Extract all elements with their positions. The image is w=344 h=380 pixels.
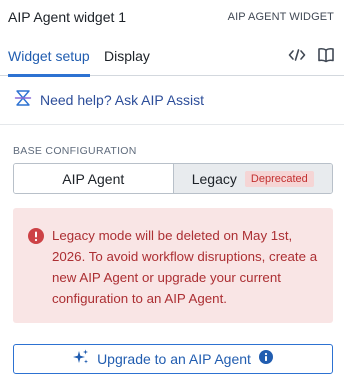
code-icon[interactable] xyxy=(288,46,306,64)
callout-message: Legacy mode will be deleted on May 1st, … xyxy=(52,228,318,306)
deprecation-callout: Legacy mode will be deleted on May 1st, … xyxy=(13,208,333,323)
tab-widget-setup[interactable]: Widget setup xyxy=(8,34,90,77)
upgrade-button-label: Upgrade to an AIP Agent xyxy=(97,351,251,367)
option-legacy-label: Legacy xyxy=(191,170,237,187)
aip-assist-icon xyxy=(14,89,32,112)
base-configuration-toggle: AIP Agent Legacy Deprecated xyxy=(13,163,333,194)
widget-header: AIP Agent widget 1 AIP AGENT WIDGET xyxy=(0,0,344,34)
option-legacy[interactable]: Legacy Deprecated xyxy=(173,164,332,193)
info-icon[interactable] xyxy=(258,349,273,369)
upgrade-button[interactable]: Upgrade to an AIP Agent xyxy=(13,344,333,374)
option-aip-agent-label: AIP Agent xyxy=(62,170,125,187)
aip-assist-label: Need help? Ask AIP Assist xyxy=(40,92,204,108)
section-label-base-configuration: BASE CONFIGURATION xyxy=(13,145,137,157)
widget-title: AIP Agent widget 1 xyxy=(8,9,127,25)
sparkle-icon xyxy=(73,349,89,370)
tab-bar: Widget setup Display xyxy=(0,34,344,77)
option-aip-agent[interactable]: AIP Agent xyxy=(14,164,174,193)
book-icon[interactable] xyxy=(317,46,335,64)
aip-assist-link[interactable]: Need help? Ask AIP Assist xyxy=(14,89,204,112)
widget-type-label: AIP AGENT WIDGET xyxy=(227,11,334,23)
divider xyxy=(0,124,344,125)
tab-display[interactable]: Display xyxy=(104,34,150,76)
error-icon xyxy=(28,228,44,249)
deprecated-badge: Deprecated xyxy=(244,170,314,187)
